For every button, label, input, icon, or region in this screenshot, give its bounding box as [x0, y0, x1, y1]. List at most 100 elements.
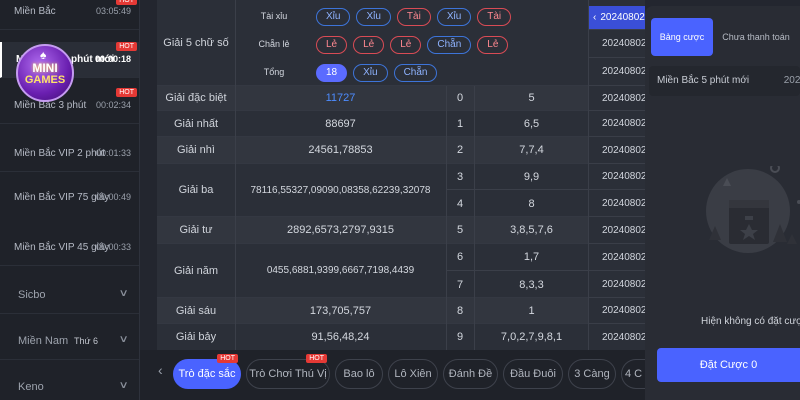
sidebar-item-mien-bac[interactable]: Miền Bắc 03:05:49 HOT [0, 0, 139, 30]
hot-badge: HOT [116, 88, 137, 97]
result-chip: Lẻ [353, 36, 385, 54]
tab-lo-xien[interactable]: Lô Xiên [388, 359, 438, 389]
selected-game: Miền Bắc 5 phút mới 2024 [649, 66, 800, 96]
chevron-left-icon[interactable]: ‹ [158, 362, 163, 378]
prize-row-first: Giải nhất 88697 1 6,5 [157, 111, 589, 137]
digit-values: 6,5 [523, 117, 540, 130]
prize-row-second: Giải nhì 24561,78853 2 7,7,4 [157, 137, 589, 164]
digit-values: 7,0,2,7,9,8,1 [500, 331, 563, 343]
prize-value: 2892,6573,2797,9315 [286, 224, 395, 236]
stats-row-label: Tổng [263, 67, 285, 77]
stats-row-chan-le: Chẵn lẻ Lẻ Lẻ Lẻ Chẵn Lẻ [235, 31, 589, 59]
tab-label: Bao lô [343, 368, 375, 380]
draw-date-item[interactable]: 20240802 [589, 30, 645, 58]
draw-date-item[interactable]: 20240802 [589, 217, 645, 244]
digit-index: 4 [456, 197, 464, 210]
result-chip: Chẵn [427, 36, 472, 54]
draw-date-item[interactable]: 20240802 [589, 86, 645, 111]
prize-value: 88697 [325, 117, 356, 130]
digit-index: 1 [456, 117, 464, 130]
stats-block: Giải 5 chữ số Tài xỉu Xỉu Xỉu Tài Xỉu Tài Ch… [157, 0, 589, 86]
digit-index: 9 [456, 331, 464, 343]
tab-tro-choi-thu-vi[interactable]: Trò Chơi Thú Vị HOT [246, 354, 330, 389]
prize-name: Giải tư [179, 224, 213, 236]
tab-3-cang[interactable]: 3 Càng [568, 359, 616, 389]
result-chip: Xỉu [436, 8, 472, 26]
tab-4-cang[interactable]: 4 C [621, 359, 645, 389]
digit-values: 1 [528, 304, 535, 317]
prize-value: 11727 [325, 92, 356, 104]
result-chip: Tài [396, 8, 431, 26]
tab-dau-duoi[interactable]: Đầu Đuôi [503, 359, 563, 389]
prize-row-third: Giải ba 78116,55327,09090,08358,62239,32… [157, 164, 589, 217]
prize-name: Giải sáu [175, 304, 217, 317]
draw-date-item[interactable]: 20240802 [589, 58, 645, 86]
digit-index: 2 [456, 144, 464, 156]
draw-date-item[interactable]: 20240802 [589, 324, 645, 350]
countdown-timer: 00:00:49 [95, 192, 131, 202]
prize-value: 78116,55327,09090,08358,62239,32078 [250, 184, 431, 196]
result-chip: Tài [477, 8, 512, 26]
prize-row-seventh: Giải bảy 91,56,48,24 9 7,0,2,7,9,8,1 [157, 324, 589, 350]
result-chip: Xỉu [353, 64, 388, 82]
countdown-timer: 03:05:49 [95, 6, 131, 16]
draw-date-item[interactable]: 20240802 [589, 164, 645, 190]
digit-values: 9,9 [474, 164, 589, 190]
prize-row-fourth: Giải tư 2892,6573,2797,9315 5 3,8,5,7,6 [157, 217, 589, 244]
tab-label: Lô Xiên [394, 368, 432, 380]
stats-title: Giải 5 chữ số [163, 36, 229, 49]
tab-bao-lo[interactable]: Bao lô [335, 359, 383, 389]
result-chip: Xỉu [316, 8, 351, 26]
category-sub-label: Thứ 6 [74, 336, 99, 346]
stats-row-label: Chẵn lẻ [258, 39, 290, 49]
tab-danh-de[interactable]: Đánh Đề [443, 359, 498, 389]
prize-name: Giải đặc biệt [165, 92, 227, 104]
tab-label: Trò đặc sắc [178, 368, 236, 380]
digit-index: 5 [456, 224, 464, 236]
prize-value: 0455,6881,9399,6667,7198,4439 [266, 265, 415, 276]
digit-index: 7 [456, 278, 464, 291]
digit-values: 5 [528, 92, 535, 104]
draw-date-header[interactable]: ‹ 20240802 [589, 6, 645, 30]
chevron-down-icon: ∨ [118, 380, 129, 391]
draw-date-list: ‹ 20240802 20240802 20240802 20240802 20… [589, 0, 645, 350]
place-bet-button[interactable]: Đặt Cược 0 [657, 348, 800, 382]
countdown-timer: 00:01:33 [95, 148, 131, 158]
draw-date-item[interactable]: 20240802 [589, 190, 645, 217]
prize-value: 24561,78853 [308, 144, 373, 156]
results-table: Giải 5 chữ số Tài xỉu Xỉu Xỉu Tài Xỉu Tài Ch… [157, 0, 589, 350]
prize-row-sixth: Giải sáu 173,705,757 8 1 [157, 298, 589, 324]
chevron-down-icon: ∨ [118, 334, 129, 345]
draw-date-item[interactable]: 20240802 [589, 137, 645, 164]
hot-badge: HOT [116, 0, 137, 5]
logo-text-mini: MINI [32, 61, 58, 75]
countdown-timer: 00:00:33 [95, 242, 131, 252]
category-label: Miền Nam [18, 335, 69, 347]
draw-date-item[interactable]: 20240802 [589, 298, 645, 324]
tab-chua-thanh-toan[interactable]: Chưa thanh toán [717, 18, 795, 56]
tab-tro-dac-sac[interactable]: Trò đặc sắc HOT [173, 354, 241, 389]
sidebar-category-sicbo[interactable]: Sicbo ∨ [0, 276, 139, 314]
empty-state-text: Hiện không có đặt cược [701, 316, 800, 327]
digit-index: 8 [456, 304, 464, 317]
sidebar-item-label: Miền Bắc [14, 6, 56, 17]
countdown-timer: 00:02:34 [95, 100, 131, 110]
chevron-down-icon: ∨ [118, 288, 129, 299]
prize-name: Giải nhất [173, 117, 219, 130]
result-chip: Chẵn [393, 64, 438, 82]
sidebar-category-keno[interactable]: Keno ∨ [0, 368, 139, 400]
draw-date-item[interactable]: 20240802 [589, 111, 645, 137]
draw-date-item[interactable]: 20240802 [589, 244, 645, 271]
digit-index: 3 [446, 164, 474, 190]
sidebar-item-mien-bac-vip-75[interactable]: Miền Bắc VIP 75 giây 00:00:49 [0, 160, 139, 203]
draw-date-item[interactable]: 20240802 [589, 271, 645, 298]
sidebar-item-mien-bac-vip-45[interactable]: Miền Bắc VIP 45 giây 00:00:33 [0, 230, 139, 266]
sidebar-item-mien-bac-3-phut[interactable]: Miền Bắc 3 phút 00:02:34 HOT [0, 88, 139, 124]
sidebar-category-mien-nam[interactable]: Miền Nam Thứ 6 ∨ [0, 322, 139, 360]
sidebar-item-label: Miền Bắc 3 phút [14, 100, 87, 111]
tab-bang-cuoc[interactable]: Bảng cược [651, 18, 713, 56]
prize-name: Giải bảy [175, 331, 217, 343]
prize-name: Giải năm [173, 264, 219, 277]
digit-index: 0 [456, 92, 464, 104]
minigames-logo: ♠ MINI GAMES [16, 44, 74, 102]
